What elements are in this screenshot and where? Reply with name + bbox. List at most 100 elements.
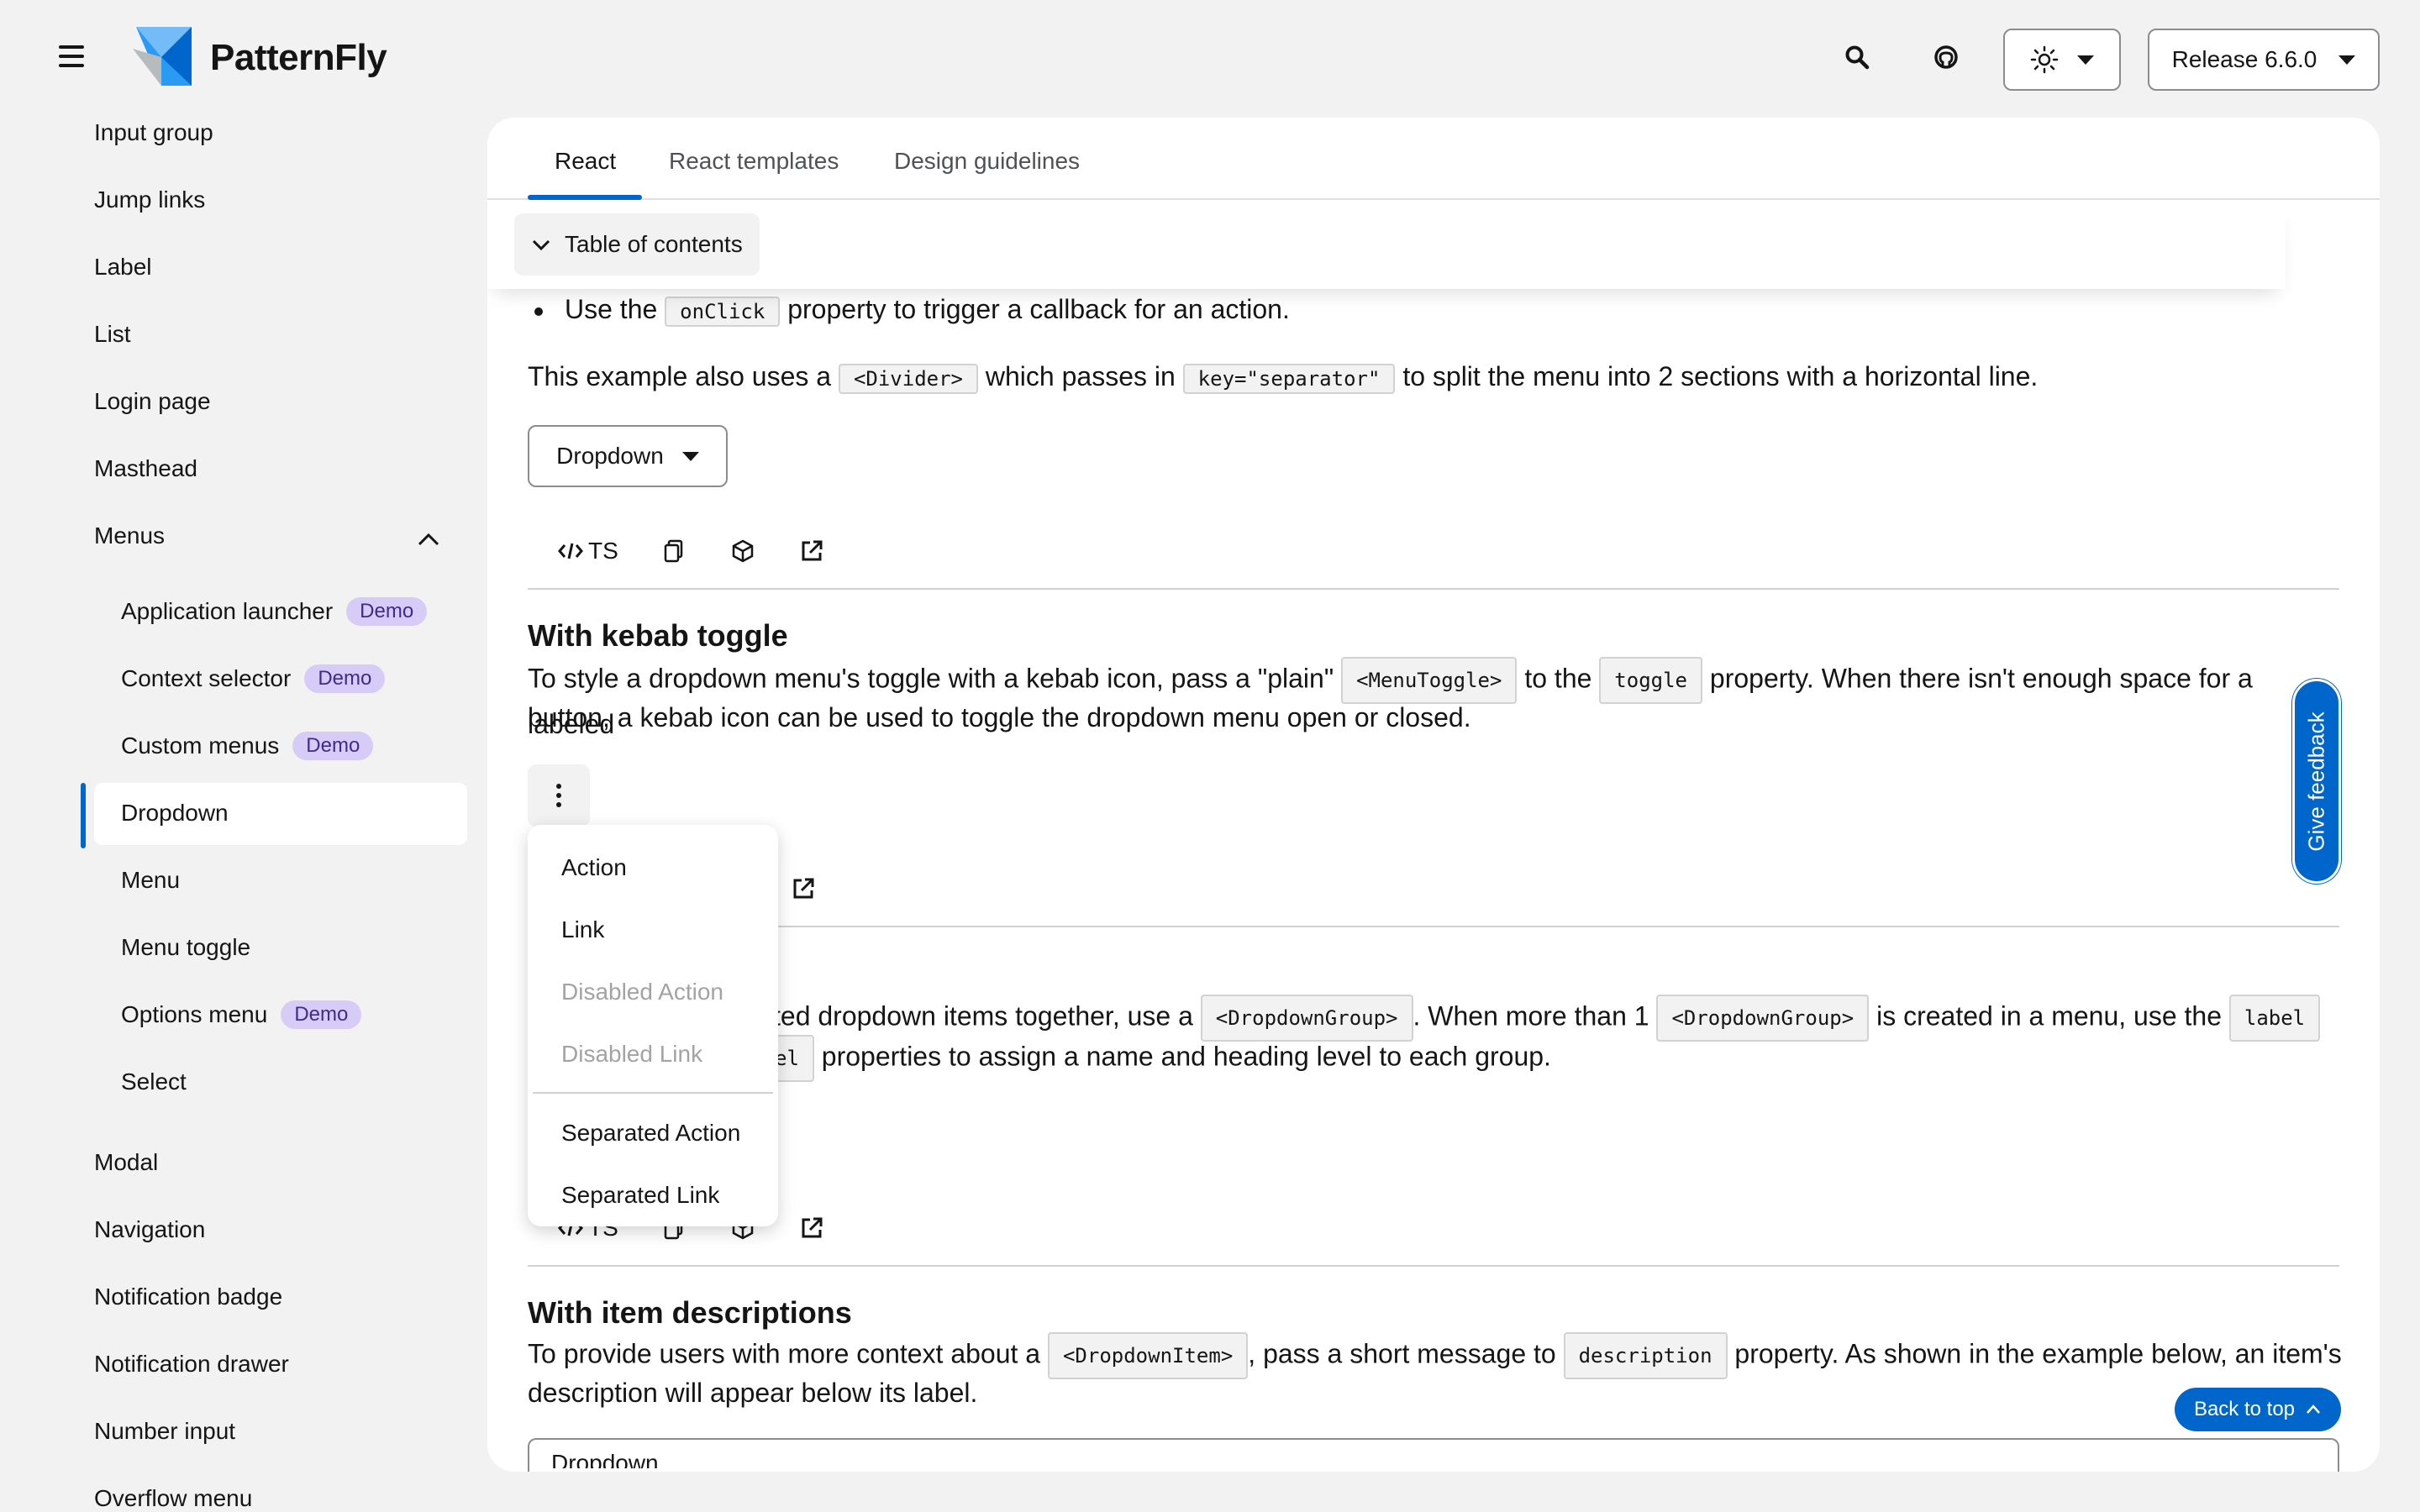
brand-name[interactable]: PatternFly <box>210 37 387 79</box>
tab-react-templates[interactable]: React templates <box>669 148 839 175</box>
sidebar-item-menu[interactable]: Menu <box>121 855 180 906</box>
give-feedback-button[interactable]: Give feedback <box>2292 679 2341 884</box>
active-indicator <box>81 783 86 848</box>
text: . When more than 1 <box>1413 1000 1649 1032</box>
sidebar-item-masthead[interactable]: Masthead <box>94 444 197 494</box>
text: to split the menu into 2 sections with a… <box>1402 361 2039 391</box>
text: To provide users with more context about… <box>528 1338 1041 1369</box>
descriptions-description-line-2: description will appear below its label. <box>528 1378 978 1408</box>
chevron-up-icon[interactable] <box>417 528 440 551</box>
chevron-down-icon <box>532 239 550 251</box>
text: To style a dropdown menu's toggle with a… <box>528 663 1334 694</box>
text: property. As shown in the example below,… <box>1734 1338 2342 1369</box>
table-of-contents-toggle[interactable]: Table of contents <box>514 213 760 276</box>
section-divider <box>528 926 2339 927</box>
sidebar-item-dropdown[interactable]: Dropdown <box>121 788 229 838</box>
kebab-description-line-2: button, a kebab icon can be used to togg… <box>528 702 1471 732</box>
chevron-up-icon <box>2307 1404 2320 1414</box>
github-icon[interactable] <box>1926 37 1966 77</box>
text: properties to assign a name and heading … <box>821 1041 1551 1072</box>
text: property to trigger a callback for an ac… <box>787 294 1290 324</box>
text: Use the <box>565 294 658 324</box>
sidebar-item-notification-badge[interactable]: Notification badge <box>94 1272 282 1322</box>
external-link-icon[interactable] <box>793 533 830 570</box>
copy-icon[interactable] <box>655 533 692 570</box>
sidebar-item-notification-drawer[interactable]: Notification drawer <box>94 1339 289 1389</box>
release-select-button[interactable]: Release 6.6.0 <box>2148 29 2380 91</box>
sidebar-item-menus[interactable]: Menus <box>94 511 165 561</box>
menu-item-separated-link[interactable]: Separated Link <box>528 1164 778 1226</box>
sidebar-item-jump-links[interactable]: Jump links <box>94 175 205 225</box>
example-toolbar-kebab <box>785 870 854 907</box>
external-link-icon[interactable] <box>793 1210 830 1247</box>
patternfly-logo[interactable] <box>128 24 195 91</box>
section-divider <box>528 1265 2339 1267</box>
kebab-dot <box>556 802 561 807</box>
text: which passes in <box>985 361 1176 391</box>
caret-down-icon <box>2077 55 2094 65</box>
tab-design-guidelines[interactable]: Design guidelines <box>894 148 1080 175</box>
text: ted dropdown items together, use a <box>773 1000 1193 1032</box>
demo-badge: Demo <box>304 664 386 693</box>
kebab-dot <box>556 793 561 798</box>
back-to-top-button[interactable]: Back to top <box>2175 1388 2341 1431</box>
sun-icon <box>2030 45 2059 74</box>
kebab-toggle-button[interactable] <box>528 764 590 827</box>
sidebar-item-overflow-menu[interactable]: Overflow menu <box>94 1473 252 1512</box>
external-link-icon[interactable] <box>785 870 822 907</box>
search-icon[interactable] <box>1837 37 1877 77</box>
kebab-dot <box>556 784 561 789</box>
menu-icon[interactable] <box>59 45 84 69</box>
example-toolbar: TS <box>551 533 862 570</box>
ts-label: TS <box>588 538 618 564</box>
inline-code: key="separator" <box>1182 363 1396 394</box>
sidebar-item-options-menu[interactable]: Options menu Demo <box>121 990 362 1040</box>
bullet-dot <box>534 307 543 316</box>
codesandbox-icon[interactable] <box>724 533 761 570</box>
menu-item-separated-action[interactable]: Separated Action <box>528 1102 778 1164</box>
code-toggle-button[interactable]: TS <box>558 538 618 564</box>
sidebar-item-label: Context selector <box>121 665 292 691</box>
sidebar-item-list[interactable]: List <box>94 309 131 360</box>
tab-react[interactable]: React <box>555 148 616 175</box>
sidebar-item-menu-toggle[interactable]: Menu toggle <box>121 922 250 973</box>
theme-toggle-button[interactable] <box>2003 29 2121 91</box>
caret-down-icon <box>681 451 699 461</box>
feedback-label: Give feedback <box>2303 711 2329 852</box>
text: to the <box>1524 663 1592 694</box>
menu-item-link[interactable]: Link <box>528 899 778 961</box>
toc-label: Table of contents <box>565 231 743 257</box>
section-heading-descriptions: With item descriptions <box>528 1295 852 1330</box>
sidebar-item-custom-menus[interactable]: Custom menus Demo <box>121 721 374 771</box>
inline-code: onClick <box>665 296 781 327</box>
dropdown-label-partial: Dropdown <box>551 1450 659 1468</box>
sidebar-item-label[interactable]: Label <box>94 242 152 292</box>
kebab-dropdown-menu: Action Link Disabled Action Disabled Lin… <box>528 825 778 1226</box>
demo-badge: Demo <box>346 597 428 626</box>
menu-item-action[interactable]: Action <box>528 837 778 899</box>
active-tab-underline <box>528 195 642 200</box>
sidebar-item-number-input[interactable]: Number input <box>94 1406 235 1457</box>
sidebar-item-context-selector[interactable]: Context selector Demo <box>121 654 386 704</box>
masthead: PatternFly Release 6.6.0 <box>0 0 2420 118</box>
dropdown-example-button[interactable]: Dropdown <box>528 425 728 487</box>
sidebar-item-label: Application launcher <box>121 598 334 624</box>
sidebar-item-modal[interactable]: Modal <box>94 1137 158 1188</box>
menu-item-disabled-link: Disabled Link <box>561 1041 703 1067</box>
inline-code: <Divider> <box>838 363 978 394</box>
text: , pass a short message to <box>1248 1338 1556 1369</box>
menu-separator <box>533 1092 773 1094</box>
sidebar-item-application-launcher[interactable]: Application launcher Demo <box>121 586 428 637</box>
sidebar-item-label: Custom menus <box>121 732 280 759</box>
sidebar-item-navigation[interactable]: Navigation <box>94 1205 205 1255</box>
sidebar-item-select[interactable]: Select <box>121 1057 187 1107</box>
caret-down-icon <box>2338 55 2356 65</box>
sidebar-item-input-group[interactable]: Input group <box>94 108 213 158</box>
demo-badge: Demo <box>281 1000 362 1029</box>
groups-description-line-2: el properties to assign a name and headi… <box>770 1035 2349 1082</box>
demo-badge: Demo <box>292 732 374 760</box>
text: is created in a menu, use the <box>1876 1000 2222 1032</box>
release-label: Release 6.6.0 <box>2171 46 2317 72</box>
divider-description: This example also uses a <Divider> which… <box>528 361 2038 394</box>
sidebar-item-login-page[interactable]: Login page <box>94 376 211 427</box>
